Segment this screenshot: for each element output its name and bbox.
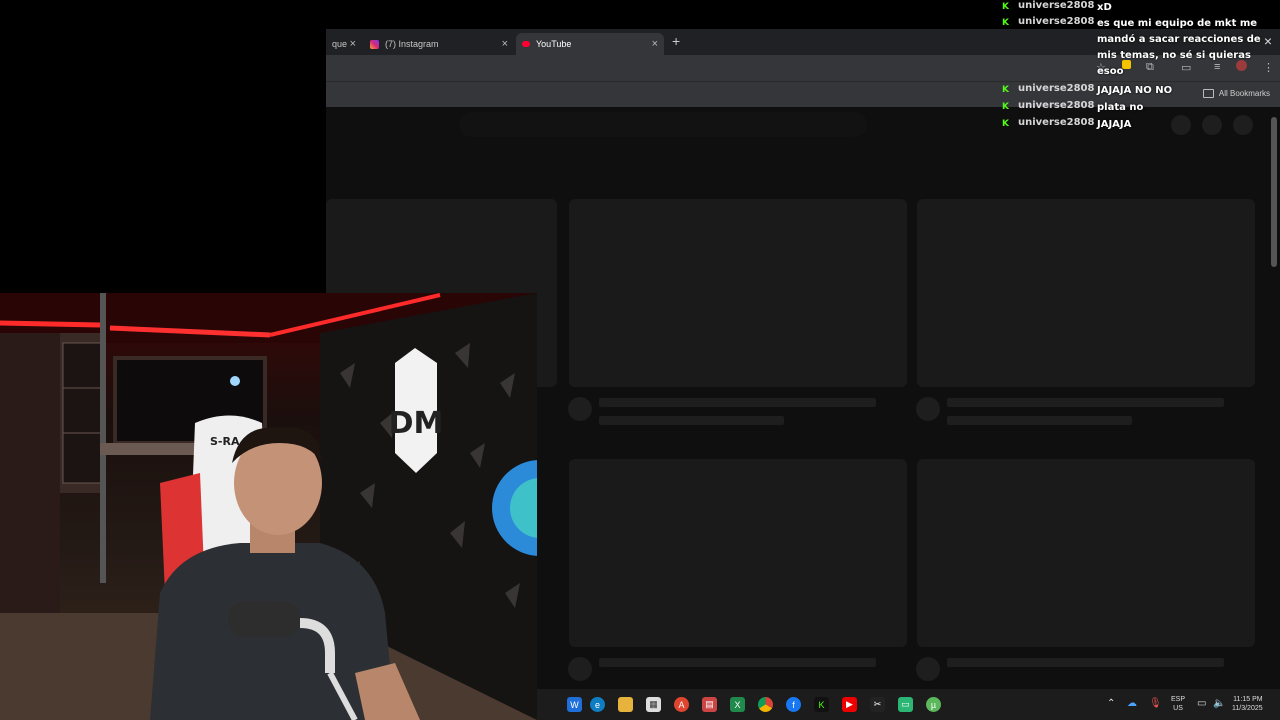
kick-badge-icon: K — [1002, 102, 1009, 112]
chat-text: plata no — [1097, 102, 1144, 113]
chat-app-icon[interactable]: ▭ — [898, 697, 913, 712]
title-skeleton — [599, 658, 876, 667]
chevron-up-icon[interactable]: ⌃ — [1107, 698, 1115, 709]
excel-icon[interactable]: X — [730, 697, 745, 712]
kick-badge-icon: K — [1002, 18, 1009, 28]
chat-text: JAJAJA NO NO — [1097, 85, 1173, 96]
youtube-icon[interactable]: ▶ — [842, 697, 857, 712]
windows-taskbar: W e ▦ A ▤ X f K ▶ ✂ ▭ µ ⌃ ☁ 🎙 ESP US ▭ 🔈… — [537, 689, 1280, 720]
file-explorer-icon[interactable] — [618, 697, 633, 712]
chrome-icon[interactable] — [758, 697, 773, 712]
youtube-icon — [522, 41, 530, 47]
chat-username: universe2808 — [1018, 83, 1095, 94]
tab-instagram[interactable]: (7) Instagram × — [364, 33, 514, 55]
instagram-icon — [370, 39, 379, 49]
channel-avatar-skeleton — [568, 657, 592, 681]
tab-label: que — [332, 39, 348, 49]
language-indicator[interactable]: ESP US — [1171, 695, 1185, 713]
meta-skeleton — [947, 416, 1132, 425]
lang-top: ESP — [1171, 696, 1186, 703]
network-icon[interactable]: ▭ — [1197, 698, 1206, 709]
cloud-icon[interactable]: ☁ — [1127, 698, 1137, 709]
kick-icon[interactable]: K — [814, 697, 829, 712]
channel-avatar-skeleton — [916, 397, 940, 421]
meta-skeleton — [599, 416, 784, 425]
tab-label: (7) Instagram — [385, 39, 439, 49]
tab-label: YouTube — [536, 39, 572, 49]
lang-bottom: US — [1173, 705, 1183, 712]
media-icon[interactable]: ▤ — [702, 697, 717, 712]
webcam-feed: DM S-RA — [0, 293, 537, 720]
title-skeleton — [599, 398, 876, 407]
torrent-icon[interactable]: µ — [926, 697, 941, 712]
clock-time: 11:15 PM — [1233, 696, 1263, 703]
new-tab-button[interactable]: + — [672, 33, 680, 49]
logo-text: DM — [389, 406, 444, 441]
chat-username: universe2808 — [1018, 0, 1095, 11]
microphone-icon[interactable]: 🎙 — [1149, 698, 1162, 709]
word-icon[interactable]: W — [567, 697, 582, 712]
channel-avatar-skeleton — [916, 657, 940, 681]
facebook-icon[interactable]: f — [786, 697, 801, 712]
store-icon[interactable]: ▦ — [646, 697, 661, 712]
clock[interactable]: 11:15 PM 11/3/2025 — [1232, 695, 1263, 713]
chat-username: universe2808 — [1018, 100, 1095, 111]
kick-badge-icon: K — [1002, 2, 1009, 12]
chat-text: es que mi equipo de mkt me mandó a sacar… — [1097, 18, 1261, 77]
video-thumbnail-skeleton — [917, 199, 1255, 387]
tab-youtube[interactable]: YouTube × — [516, 33, 664, 55]
kick-badge-icon: K — [1002, 119, 1009, 129]
title-skeleton — [947, 658, 1224, 667]
capcut-icon[interactable]: ✂ — [870, 697, 885, 712]
title-skeleton — [947, 398, 1224, 407]
tab-partial[interactable]: que × — [326, 33, 362, 55]
close-icon[interactable]: × — [350, 38, 356, 50]
video-thumbnail-skeleton — [917, 459, 1255, 647]
volume-icon[interactable]: 🔈 — [1213, 698, 1225, 709]
chat-text: JAJAJA — [1097, 119, 1132, 130]
acrobat-icon[interactable]: A — [674, 697, 689, 712]
channel-avatar-skeleton — [568, 397, 592, 421]
close-icon[interactable]: × — [502, 38, 508, 50]
kick-badge-icon: K — [1002, 85, 1009, 95]
chat-username: universe2808 — [1018, 16, 1095, 27]
clock-date: 11/3/2025 — [1232, 705, 1263, 712]
search-placeholder[interactable] — [459, 112, 867, 137]
stream-chat-overlay: K universe2808 xD K universe2808 es que … — [1000, 0, 1280, 140]
chat-text: xD — [1097, 2, 1112, 13]
close-icon[interactable]: × — [652, 38, 658, 50]
video-thumbnail-skeleton — [569, 199, 907, 387]
edge-icon[interactable]: e — [590, 697, 605, 712]
webcam-scene: DM S-RA — [0, 293, 537, 720]
chat-username: universe2808 — [1018, 117, 1095, 128]
video-thumbnail-skeleton — [569, 459, 907, 647]
chair-text: S-RA — [210, 435, 240, 448]
